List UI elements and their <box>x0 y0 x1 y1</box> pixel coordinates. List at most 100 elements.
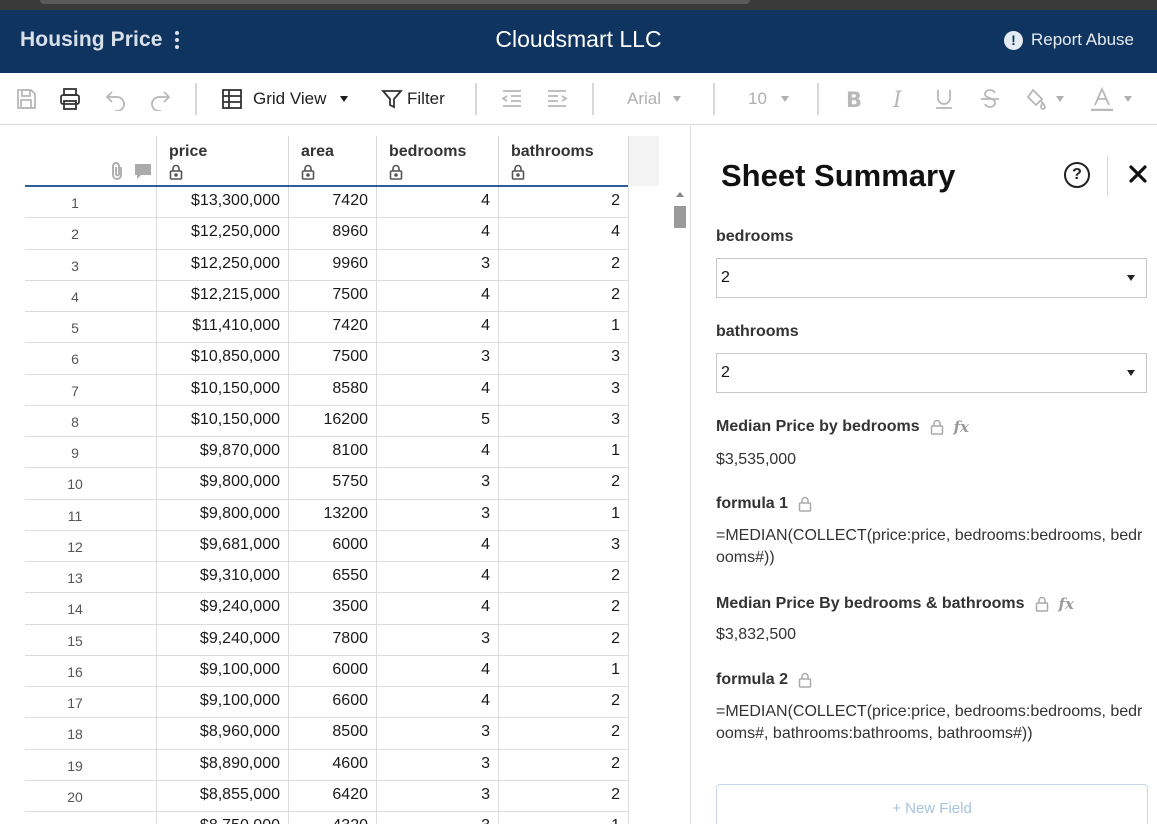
area-cell[interactable]: 13200 <box>289 499 377 531</box>
bedrooms-cell[interactable]: 3 <box>377 780 499 812</box>
median-both-value[interactable]: $3,832,500 <box>716 624 1151 646</box>
bedrooms-cell[interactable]: 4 <box>377 687 499 718</box>
undo-icon[interactable] <box>104 73 128 125</box>
bedrooms-cell[interactable]: 3 <box>377 624 499 656</box>
table-row[interactable]: 13 $9,310,000 6550 4 2 <box>25 562 629 594</box>
area-cell[interactable]: 6420 <box>289 780 377 812</box>
help-icon[interactable]: ? <box>1064 162 1090 188</box>
row-number-cell[interactable]: 14 <box>25 593 157 625</box>
table-row[interactable]: 8 $10,150,000 16200 5 3 <box>25 405 629 437</box>
price-cell[interactable]: $10,150,000 <box>157 374 289 406</box>
bedrooms-cell[interactable]: 4 <box>377 562 499 593</box>
price-cell[interactable]: $9,240,000 <box>157 624 289 656</box>
table-row[interactable]: $8,750,000432031 <box>25 812 629 824</box>
column-header-area[interactable]: area <box>289 136 377 186</box>
bedrooms-cell[interactable]: 4 <box>377 655 499 687</box>
area-cell[interactable]: 8500 <box>289 718 377 750</box>
row-number-cell[interactable]: 2 <box>25 218 157 250</box>
bathrooms-cell[interactable]: 1 <box>499 312 629 343</box>
area-cell[interactable]: 7500 <box>289 343 377 375</box>
price-cell[interactable]: $8,750,000 <box>157 812 289 824</box>
area-cell[interactable]: 8580 <box>289 374 377 406</box>
row-number-cell[interactable]: 16 <box>25 655 157 687</box>
sheet-title[interactable]: Housing Price <box>20 28 163 52</box>
price-cell[interactable]: $9,240,000 <box>157 593 289 625</box>
row-number-cell[interactable]: 11 <box>25 499 157 531</box>
table-row[interactable]: 2 $12,250,000 8960 4 4 <box>25 218 629 250</box>
price-cell[interactable]: $10,850,000 <box>157 343 289 375</box>
price-cell[interactable]: $9,800,000 <box>157 499 289 531</box>
table-row[interactable]: 16 $9,100,000 6000 4 1 <box>25 655 629 687</box>
table-row[interactable]: 9 $9,870,000 8100 4 1 <box>25 437 629 469</box>
area-cell[interactable]: 6600 <box>289 687 377 718</box>
table-row[interactable]: 15 $9,240,000 7800 3 2 <box>25 624 629 656</box>
bedrooms-cell[interactable]: 3 <box>377 249 499 281</box>
bathrooms-cell[interactable]: 3 <box>499 374 629 406</box>
table-row[interactable]: 20 $8,855,000 6420 3 2 <box>25 780 629 812</box>
column-header-bedrooms[interactable]: bedrooms <box>377 136 499 186</box>
grid-view-dropdown[interactable]: Grid View <box>221 73 349 125</box>
area-cell[interactable]: 16200 <box>289 405 377 437</box>
bathrooms-cell[interactable]: 2 <box>499 624 629 656</box>
area-cell[interactable]: 7500 <box>289 280 377 312</box>
bedrooms-cell[interactable]: 4 <box>377 312 499 343</box>
bathrooms-cell[interactable]: 2 <box>499 187 629 218</box>
bedrooms-select[interactable]: 2 <box>716 258 1147 298</box>
price-cell[interactable]: $8,960,000 <box>157 718 289 750</box>
table-row[interactable]: 14 $9,240,000 3500 4 2 <box>25 593 629 625</box>
row-number-cell[interactable]: 9 <box>25 437 157 468</box>
area-cell[interactable]: 3500 <box>289 593 377 625</box>
bathrooms-cell[interactable]: 4 <box>499 218 629 250</box>
bathrooms-cell[interactable]: 3 <box>499 405 629 437</box>
bathrooms-cell[interactable]: 2 <box>499 718 629 750</box>
bedrooms-cell[interactable]: 4 <box>377 280 499 312</box>
bathrooms-cell[interactable]: 3 <box>499 530 629 562</box>
table-row[interactable]: 18 $8,960,000 8500 3 2 <box>25 718 629 750</box>
row-number-cell[interactable]: 15 <box>25 624 157 656</box>
price-cell[interactable]: $12,215,000 <box>157 280 289 312</box>
area-cell[interactable]: 4600 <box>289 749 377 781</box>
column-header-bathrooms[interactable]: bathrooms <box>499 136 629 186</box>
bedrooms-cell[interactable]: 3 <box>377 718 499 750</box>
outdent-icon[interactable] <box>500 73 524 125</box>
row-number-cell[interactable]: 8 <box>25 405 157 437</box>
table-row[interactable]: 1 $13,300,000 7420 4 2 <box>25 187 629 219</box>
price-cell[interactable]: $9,100,000 <box>157 687 289 718</box>
area-cell[interactable]: 5750 <box>289 468 377 500</box>
table-row[interactable]: 19 $8,890,000 4600 3 2 <box>25 749 629 781</box>
column-header-price[interactable]: price <box>157 136 289 186</box>
new-field-button[interactable]: + New Field <box>716 784 1148 824</box>
close-icon[interactable] <box>1128 164 1148 184</box>
area-cell[interactable]: 6550 <box>289 562 377 593</box>
table-row[interactable]: 7 $10,150,000 8580 4 3 <box>25 374 629 406</box>
price-cell[interactable]: $9,870,000 <box>157 437 289 468</box>
bedrooms-cell[interactable]: 4 <box>377 437 499 468</box>
area-cell[interactable]: 6000 <box>289 655 377 687</box>
bedrooms-cell[interactable]: 3 <box>377 468 499 500</box>
median-bedrooms-value[interactable]: $3,535,000 <box>716 449 1151 471</box>
row-number-cell[interactable]: 7 <box>25 374 157 406</box>
bedrooms-cell[interactable]: 3 <box>377 499 499 531</box>
price-cell[interactable]: $8,855,000 <box>157 780 289 812</box>
bathrooms-cell[interactable]: 2 <box>499 562 629 593</box>
area-cell[interactable]: 8100 <box>289 437 377 468</box>
bathrooms-cell[interactable]: 1 <box>499 812 629 824</box>
sheet-menu-icon[interactable] <box>172 30 182 50</box>
row-number-cell[interactable]: 19 <box>25 749 157 781</box>
print-icon[interactable] <box>58 73 82 125</box>
bathrooms-cell[interactable]: 1 <box>499 499 629 531</box>
price-cell[interactable]: $11,410,000 <box>157 312 289 343</box>
italic-icon[interactable]: I <box>888 73 910 125</box>
scroll-up-arrow-icon[interactable] <box>676 192 684 197</box>
price-cell[interactable]: $9,310,000 <box>157 562 289 593</box>
font-family-select[interactable]: Arial <box>627 73 682 125</box>
price-cell[interactable]: $12,250,000 <box>157 249 289 281</box>
price-cell[interactable]: $9,800,000 <box>157 468 289 500</box>
row-number-cell[interactable]: 1 <box>25 187 157 218</box>
bedrooms-cell[interactable]: 4 <box>377 218 499 250</box>
bedrooms-cell[interactable]: 4 <box>377 187 499 218</box>
table-row[interactable]: 5 $11,410,000 7420 4 1 <box>25 312 629 344</box>
row-number-cell[interactable]: 5 <box>25 312 157 343</box>
redo-icon[interactable] <box>148 73 172 125</box>
row-number-cell[interactable]: 20 <box>25 780 157 812</box>
